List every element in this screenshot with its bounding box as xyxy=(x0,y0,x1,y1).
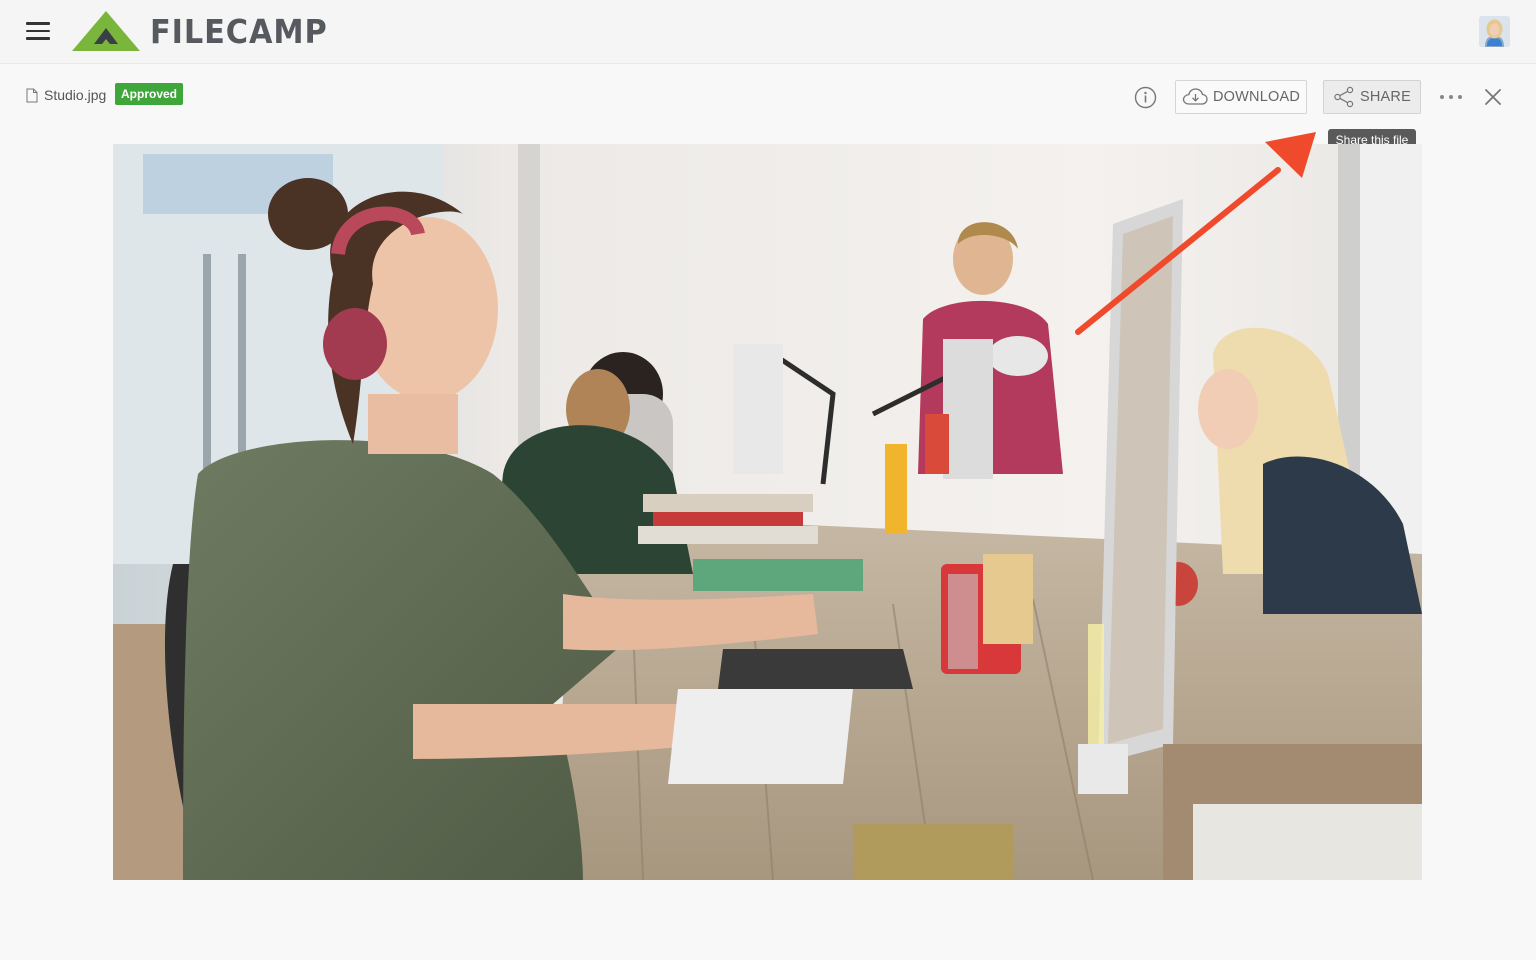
file-name: Studio.jpg xyxy=(26,84,106,106)
cloud-download-icon xyxy=(1182,88,1208,105)
status-badge: Approved xyxy=(115,83,184,105)
file-name-label: Studio.jpg xyxy=(44,87,107,103)
share-label: SHARE xyxy=(1360,89,1411,105)
download-label: DOWNLOAD xyxy=(1213,89,1300,105)
image-preview[interactable] xyxy=(113,144,1422,880)
filecamp-logo[interactable]: FILECAMP xyxy=(72,10,343,54)
close-icon[interactable] xyxy=(1484,88,1502,106)
top-bar: FILECAMP xyxy=(0,0,1536,64)
user-avatar[interactable] xyxy=(1479,16,1510,47)
share-button[interactable]: SHARE xyxy=(1323,80,1421,114)
avatar-portrait-icon xyxy=(1479,16,1510,47)
more-horizontal-icon[interactable] xyxy=(1440,90,1462,104)
logo-mountain-icon xyxy=(72,11,140,51)
studio-photo xyxy=(113,144,1422,880)
download-button[interactable]: DOWNLOAD xyxy=(1175,80,1307,114)
hamburger-menu-icon[interactable] xyxy=(26,22,50,42)
share-icon xyxy=(1334,86,1354,108)
file-icon xyxy=(26,88,38,103)
info-icon[interactable] xyxy=(1134,86,1157,109)
brand-name: FILECAMP xyxy=(150,12,328,51)
